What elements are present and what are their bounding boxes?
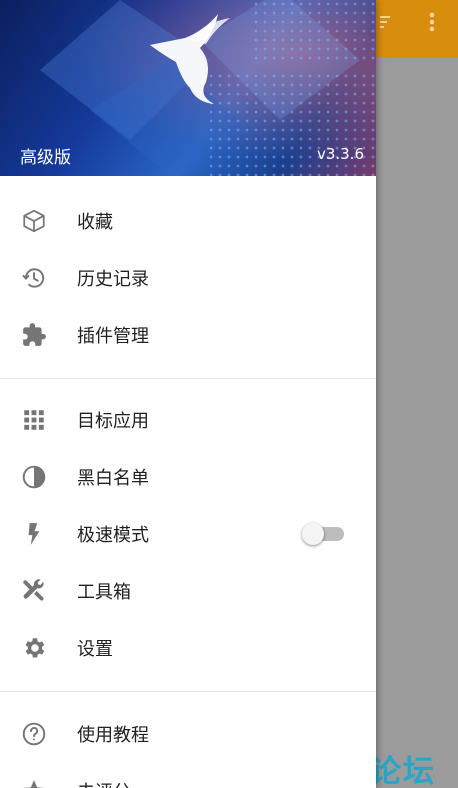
- gear-icon: [21, 635, 47, 661]
- apps-grid-icon: [21, 407, 47, 433]
- menu-item-label: 工具箱: [77, 581, 131, 603]
- menu-item-plugins[interactable]: 插件管理: [0, 306, 376, 363]
- toggle-thumb: [302, 523, 324, 545]
- menu-item-label: 历史记录: [77, 268, 149, 290]
- more-vert-icon[interactable]: [420, 10, 444, 34]
- menu-item-history[interactable]: 历史记录: [0, 249, 376, 306]
- menu-section-config: 目标应用 黑白名单 极速模式 工具箱 设置: [0, 379, 376, 676]
- menu-item-label: 黑白名单: [77, 467, 149, 489]
- edition-label: 高级版: [20, 148, 71, 168]
- menu-item-toolbox[interactable]: 工具箱: [0, 562, 376, 619]
- menu-item-target-apps[interactable]: 目标应用: [0, 391, 376, 448]
- contrast-icon: [21, 464, 47, 490]
- history-icon: [21, 265, 47, 291]
- menu-item-label: 设置: [77, 638, 113, 660]
- menu-item-tutorial[interactable]: 使用教程: [0, 705, 376, 762]
- sort-icon[interactable]: [374, 10, 398, 34]
- menu-item-label: 极速模式: [77, 524, 149, 546]
- puzzle-icon: [21, 322, 47, 348]
- menu-section-main: 收藏 历史记录 插件管理: [0, 176, 376, 363]
- menu-item-label: 收藏: [77, 211, 113, 233]
- menu-item-favorites[interactable]: 收藏: [0, 192, 376, 249]
- help-icon: [21, 721, 47, 747]
- menu-item-label: 目标应用: [77, 410, 149, 432]
- menu-item-blackwhite-list[interactable]: 黑白名单: [0, 448, 376, 505]
- menu-item-label: 插件管理: [77, 325, 149, 347]
- menu-item-label: 使用教程: [77, 724, 149, 746]
- drawer-header: 高级版 v3.3.6: [0, 0, 376, 176]
- version-label: v3.3.6: [316, 145, 364, 163]
- menu-section-help: 使用教程 去评分: [0, 692, 376, 788]
- menu-item-speed-mode[interactable]: 极速模式: [0, 505, 376, 562]
- menu-item-label: 去评分: [77, 778, 131, 788]
- cube-icon: [21, 208, 47, 234]
- navigation-drawer: 高级版 v3.3.6 收藏 历史记录 插件管理 目标应用 黑白名单 极速模式 工…: [0, 0, 376, 788]
- menu-item-settings[interactable]: 设置: [0, 619, 376, 676]
- flash-icon: [21, 521, 47, 547]
- speed-mode-toggle[interactable]: [302, 523, 344, 545]
- tools-icon: [21, 578, 47, 604]
- star-icon: [21, 778, 47, 788]
- menu-item-rate[interactable]: 去评分: [0, 762, 376, 788]
